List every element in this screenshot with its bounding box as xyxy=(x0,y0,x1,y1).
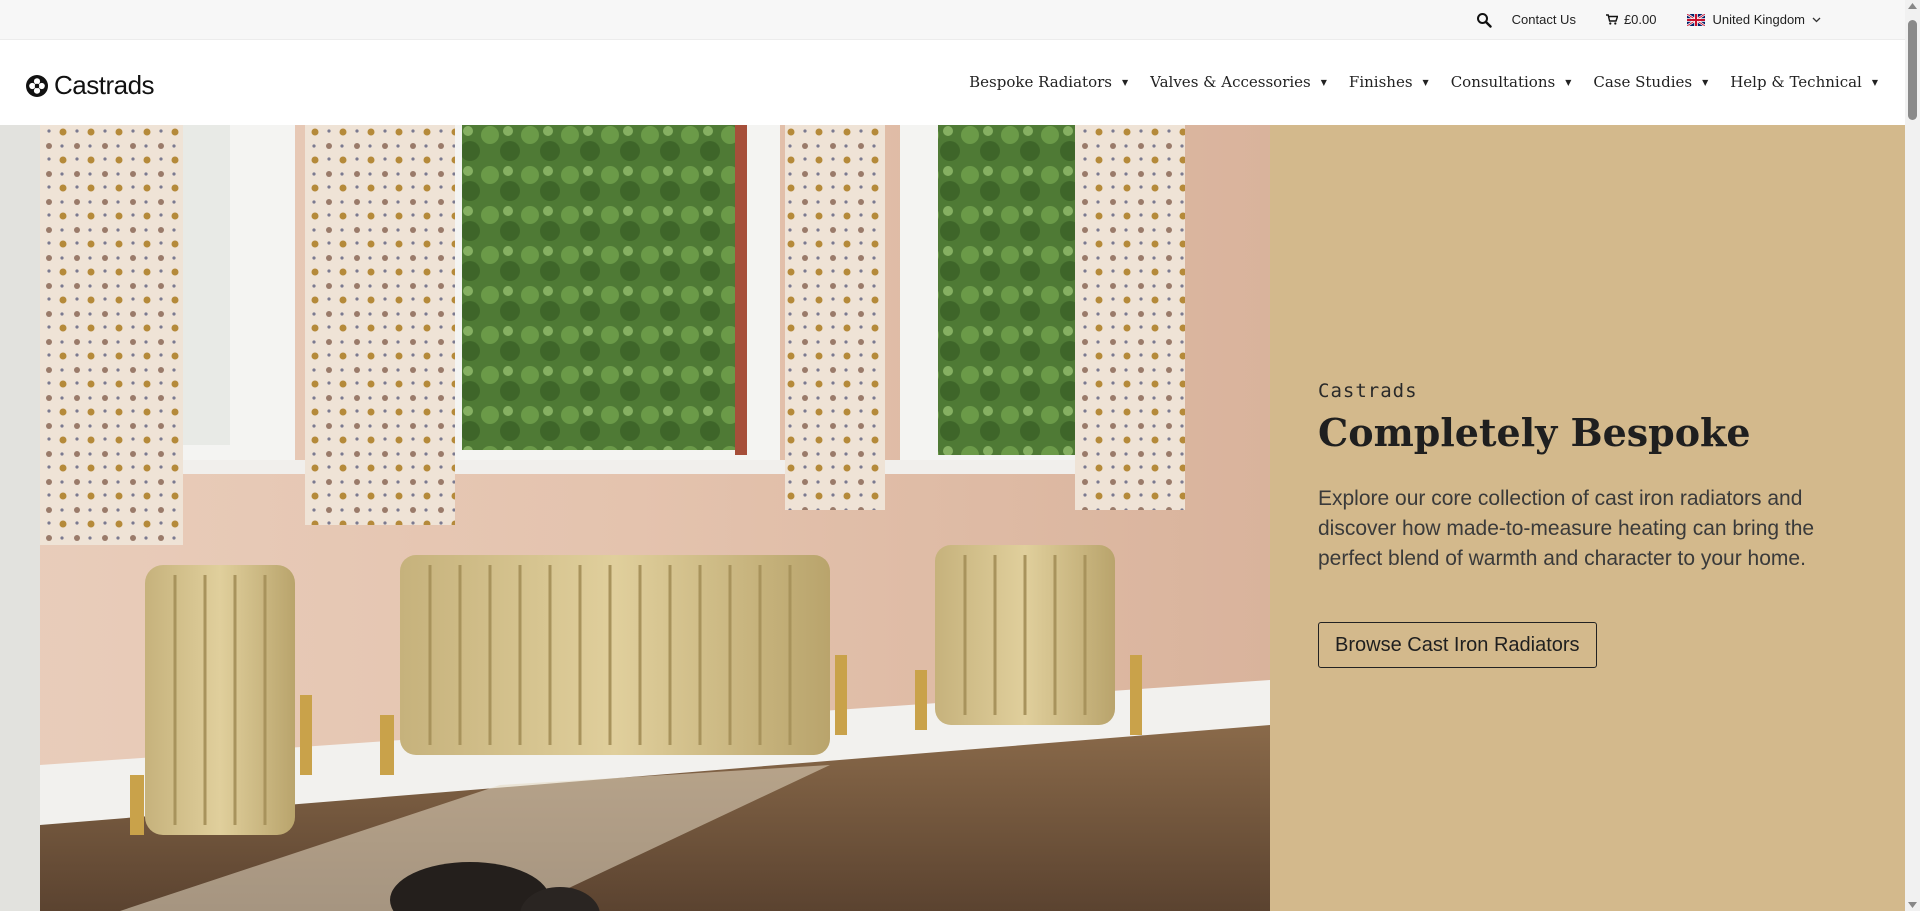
cart-button[interactable]: £0.00 xyxy=(1605,12,1657,27)
brand-logo[interactable]: Castrads xyxy=(25,70,155,101)
nav-consultations[interactable]: Consultations ▼ xyxy=(1451,73,1572,91)
browse-radiators-button[interactable]: Browse Cast Iron Radiators xyxy=(1318,622,1597,668)
scroll-up-icon[interactable] xyxy=(1908,3,1917,9)
hero-text-panel: Castrads Completely Bespoke Explore our … xyxy=(1270,125,1905,911)
nav-case-studies[interactable]: Case Studies ▼ xyxy=(1593,73,1708,91)
cta-label: Browse Cast Iron Radiators xyxy=(1335,633,1580,656)
utility-bar: Contact Us £0.00 United Kingdom xyxy=(0,0,1905,40)
caret-down-icon: ▼ xyxy=(1422,77,1429,87)
caret-down-icon: ▼ xyxy=(1565,77,1572,87)
search-icon xyxy=(1476,12,1492,28)
nav-label: Consultations xyxy=(1450,73,1556,91)
contact-us-label: Contact Us xyxy=(1511,12,1576,27)
page-scrollbar[interactable] xyxy=(1905,0,1920,911)
hero-section: Castrads Completely Bespoke Explore our … xyxy=(0,125,1905,911)
nav-bespoke-radiators[interactable]: Bespoke Radiators ▼ xyxy=(969,73,1128,91)
caret-down-icon: ▼ xyxy=(1702,77,1709,87)
nav-help-technical[interactable]: Help & Technical ▼ xyxy=(1730,73,1878,91)
caret-down-icon: ▼ xyxy=(1320,77,1327,87)
brand-name: Castrads xyxy=(54,70,155,100)
hero-headline: Completely Bespoke xyxy=(1318,410,1751,455)
region-label: United Kingdom xyxy=(1712,12,1806,27)
search-button[interactable] xyxy=(1476,12,1492,28)
cart-total: £0.00 xyxy=(1623,12,1657,27)
nav-label: Case Studies xyxy=(1593,73,1693,91)
hero-eyebrow: Castrads xyxy=(1318,380,1418,402)
hero-room-image xyxy=(0,125,1270,911)
scrollbar-thumb[interactable] xyxy=(1908,20,1917,120)
contact-us-link[interactable]: Contact Us xyxy=(1512,12,1576,27)
nav-label: Help & Technical xyxy=(1730,73,1862,91)
cart-icon xyxy=(1605,14,1618,25)
nav-finishes[interactable]: Finishes ▼ xyxy=(1349,73,1429,91)
nav-valves-accessories[interactable]: Valves & Accessories ▼ xyxy=(1150,73,1327,91)
nav-label: Bespoke Radiators xyxy=(969,73,1112,91)
castrads-logo-icon xyxy=(26,74,48,97)
chevron-down-icon xyxy=(1812,17,1821,22)
nav-label: Valves & Accessories xyxy=(1150,73,1311,91)
nav-label: Finishes xyxy=(1348,73,1413,91)
hero-description: Explore our core collection of cast iron… xyxy=(1318,487,1815,570)
scroll-down-icon[interactable] xyxy=(1908,902,1917,908)
site-header: Castrads Bespoke Radiators ▼ Valves & Ac… xyxy=(0,40,1905,125)
caret-down-icon: ▼ xyxy=(1121,77,1129,87)
region-selector[interactable]: United Kingdom xyxy=(1686,12,1822,27)
caret-down-icon: ▼ xyxy=(1871,77,1878,87)
main-nav: Bespoke Radiators ▼ Valves & Accessories… xyxy=(947,73,1878,91)
uk-flag-icon xyxy=(1686,13,1705,26)
